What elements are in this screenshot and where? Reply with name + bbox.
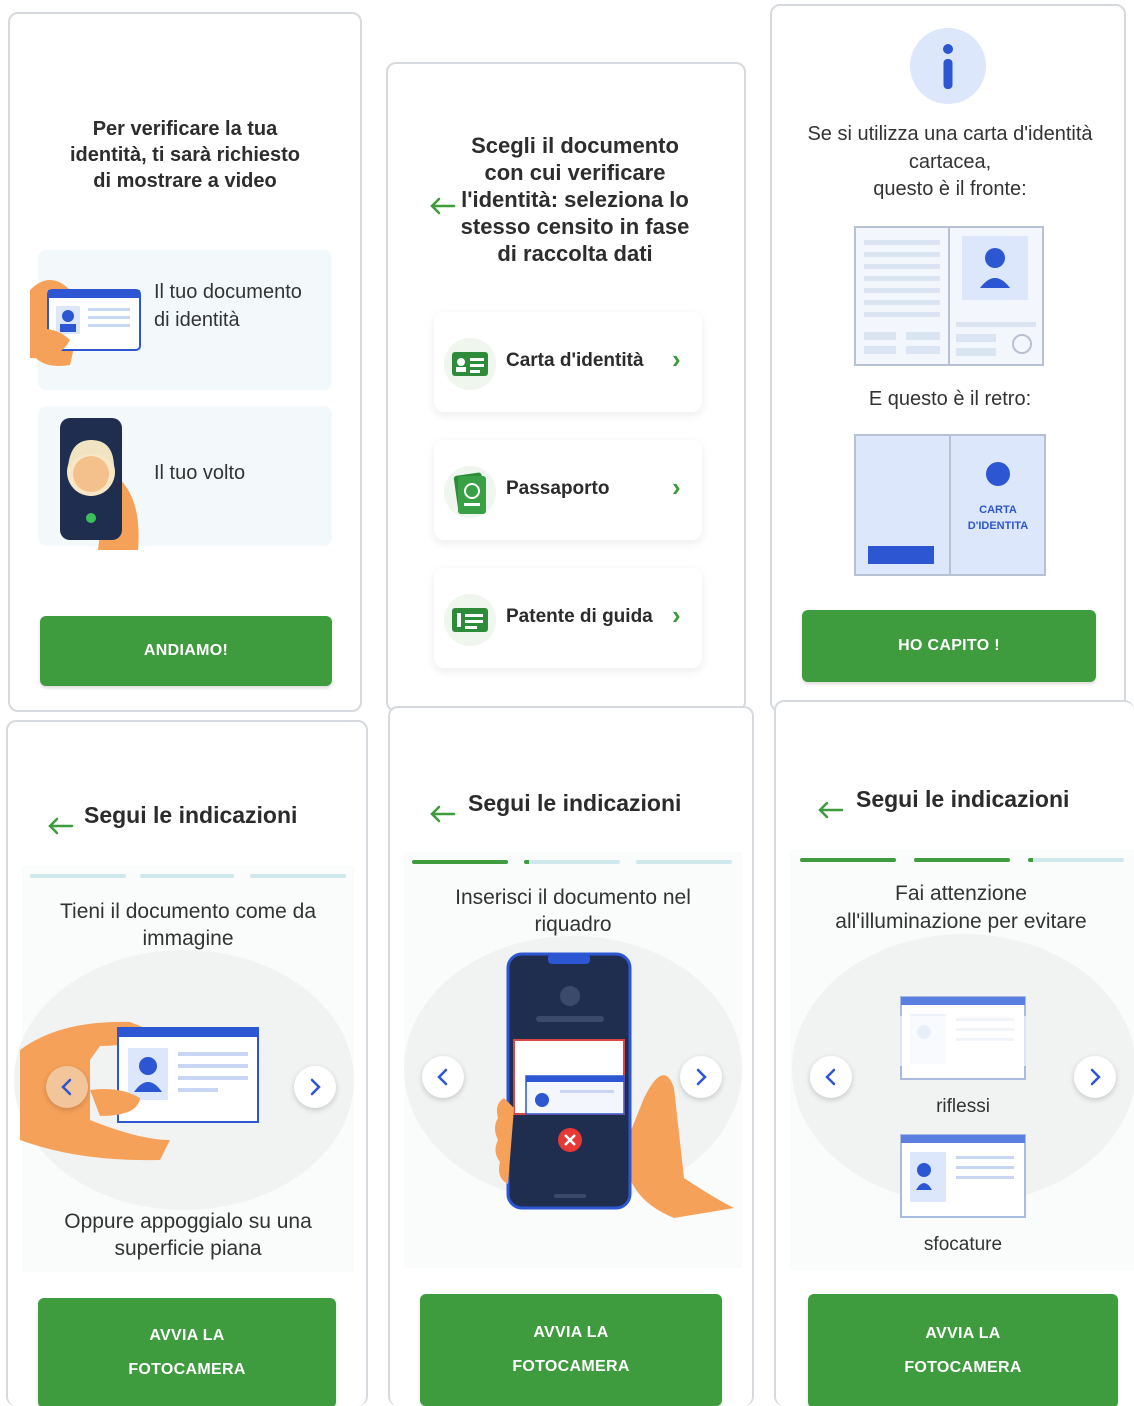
reflection-document-image [900,996,1026,1080]
start-camera-line2: FOTOCAMERA [512,1358,630,1375]
screen-guide-lighting: Segui le indicazioni Fai attenzione all'… [774,700,1134,1406]
progress-step-3 [1028,858,1124,862]
chevron-right-icon [1090,1068,1101,1086]
chevron-right-icon [310,1078,321,1096]
option-label: Patente di guida [506,606,653,627]
progress-step-1 [800,858,896,862]
prev-button[interactable] [422,1056,464,1098]
start-button[interactable]: ANDIAMO! [40,616,332,686]
option-driving-license[interactable]: Patente di guida › [434,568,702,668]
document-item: Il tuo documento di identità [30,250,332,390]
understood-button[interactable]: HO CAPITO ! [802,610,1096,682]
card-label-1: CARTA [979,504,1017,516]
screen-paper-id-info: Se si utilizza una carta d'identità cart… [770,4,1126,712]
guide-panel: Fai attenzione all'illuminazione per evi… [790,850,1134,1270]
option-id-card[interactable]: Carta d'identità › [434,312,702,412]
info-icon [910,28,986,104]
back-label: E questo è il retro: [868,388,1032,410]
start-camera-line1: AVVIA LA [533,1324,609,1341]
progress-step-3 [250,874,346,878]
screen-choose-document: Scegli il documento con cui verificare l… [386,62,746,712]
phone-selfie-icon [60,418,139,550]
hand-holding-id-icon [30,280,141,366]
screen-guide-frame: Segui le indicazioni Inserisci il docume… [388,706,754,1406]
progress-step-2 [524,860,620,864]
start-camera-line1: AVVIA LA [925,1325,1001,1342]
guide-header: Segui le indicazioni [468,790,682,816]
document-item-label: Il tuo documento di identità [154,281,302,331]
choose-document-title: Scegli il documento con cui verificare l… [460,133,690,266]
blur-label: sfocature [923,1234,1003,1255]
option-label: Passaporto [506,478,610,499]
option-label: Carta d'identità [506,350,644,371]
guide-panel: Inserisci il documento nel riquadro [404,852,742,1268]
progress-step-1 [30,874,126,878]
guide-bottom-text: Oppure appoggialo su una superficie pian… [64,1210,312,1260]
next-button[interactable] [294,1066,336,1108]
chevron-left-icon [825,1068,836,1086]
reflections-label: riflessi [936,1096,990,1117]
card-label-2: D'IDENTITA [967,520,1029,532]
driving-license-icon [444,594,496,646]
guide-instruction: Tieni il documento come da immagine [59,900,317,950]
next-button[interactable] [680,1056,722,1098]
start-camera-line1: AVVIA LA [149,1327,225,1344]
blurred-document-image [900,1134,1026,1218]
back-arrow-icon[interactable] [428,196,456,216]
guide-panel: Tieni il documento come da immagine Oppu… [14,866,354,1272]
guide-header: Segui le indicazioni [856,786,1070,812]
start-camera-button[interactable]: AVVIA LA FOTOCAMERA [420,1294,722,1406]
face-item: Il tuo volto [38,406,332,550]
chevron-right-icon [696,1068,707,1086]
guide-instruction: Inserisci il documento nel riquadro [455,886,691,936]
face-item-label: Il tuo volto [154,462,246,484]
prev-button[interactable] [810,1056,852,1098]
chevron-right-icon: › [672,344,681,374]
next-button[interactable] [1074,1056,1116,1098]
chevron-right-icon: › [672,600,681,630]
start-camera-line2: FOTOCAMERA [128,1361,246,1378]
start-camera-button[interactable]: AVVIA LA FOTOCAMERA [808,1294,1118,1406]
chevron-left-icon [437,1068,448,1086]
chevron-left-icon [61,1078,72,1096]
front-label: questo è il fronte: [873,178,1027,200]
guide-instruction: Fai attenzione all'illuminazione per evi… [835,882,1087,933]
paper-id-text: Se si utilizza una carta d'identità cart… [807,123,1093,173]
id-card-icon [444,338,496,390]
passport-icon [444,466,496,518]
guide-header: Segui le indicazioni [84,802,298,828]
screen-guide-hold: Segui le indicazioni Tieni il documento … [6,720,368,1406]
start-camera-line2: FOTOCAMERA [904,1359,1022,1376]
start-camera-button[interactable]: AVVIA LA FOTOCAMERA [38,1298,336,1406]
back-arrow-icon[interactable] [428,804,456,824]
back-arrow-icon[interactable] [816,800,844,820]
intro-title: Per verificare la tua identità, ti sarà … [69,118,301,192]
option-passport[interactable]: Passaporto › [434,440,702,540]
prev-button[interactable] [46,1066,88,1108]
progress-step-3 [636,860,732,864]
screen-intro: Per verificare la tua identità, ti sarà … [8,12,362,712]
paper-id-front-image [854,226,1044,366]
progress-step-2 [140,874,234,878]
progress-step-1 [412,860,508,864]
back-arrow-icon[interactable] [46,816,74,836]
progress-step-2 [914,858,1010,862]
chevron-right-icon: › [672,472,681,502]
